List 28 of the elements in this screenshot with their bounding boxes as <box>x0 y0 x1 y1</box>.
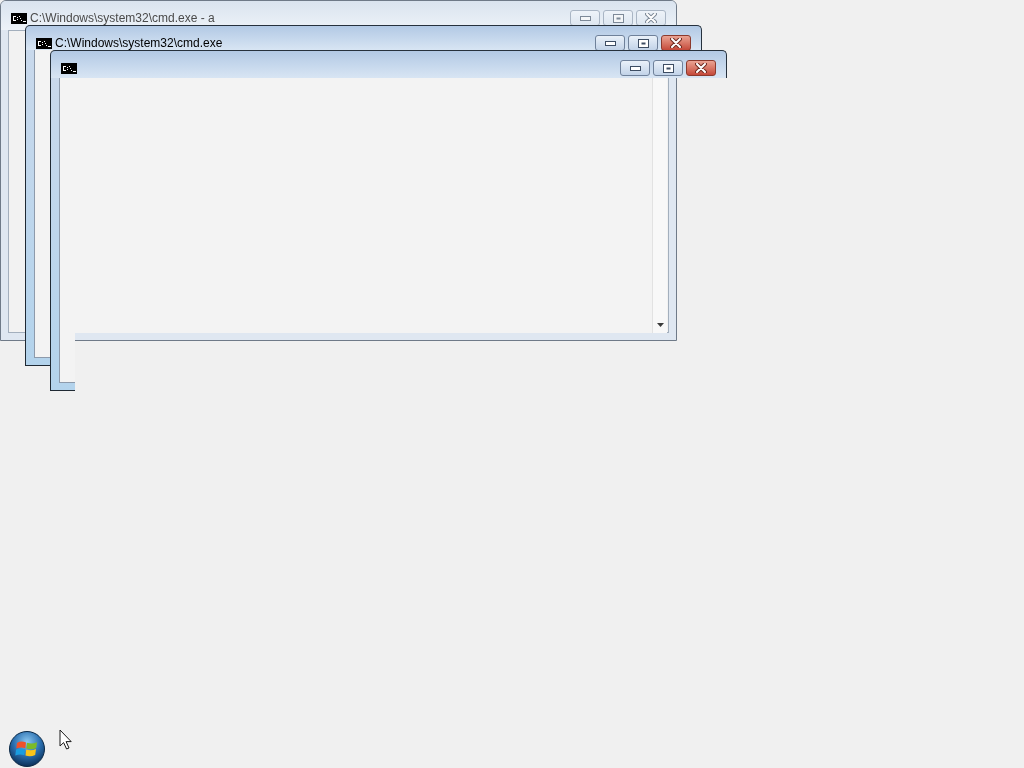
maximize-icon <box>612 13 624 23</box>
mouse-pointer-icon <box>59 729 73 750</box>
scroll-down-arrow-icon[interactable] <box>656 323 664 327</box>
minimize-icon <box>579 15 591 21</box>
minimize-button[interactable] <box>595 35 625 51</box>
console-icon <box>11 13 27 24</box>
console-icon <box>61 63 77 74</box>
start-button[interactable] <box>9 731 45 767</box>
maximize-button[interactable] <box>628 35 658 51</box>
minimize-icon <box>604 40 616 46</box>
minimize-button[interactable] <box>570 10 600 26</box>
close-button[interactable] <box>686 60 716 76</box>
window-title: C:\Windows\system32\cmd.exe - a <box>30 11 215 26</box>
flag-orb-icon <box>9 731 45 767</box>
close-icon <box>670 38 682 48</box>
scrollbar[interactable] <box>652 78 667 333</box>
close-button[interactable] <box>661 35 691 51</box>
close-icon <box>645 13 657 23</box>
window-title: C:\Windows\system32\cmd.exe <box>55 36 223 51</box>
minimize-button[interactable] <box>620 60 650 76</box>
maximize-icon <box>662 63 674 73</box>
close-icon <box>695 63 707 73</box>
console-icon <box>36 38 52 49</box>
maximize-icon <box>637 38 649 48</box>
maximize-button[interactable] <box>653 60 683 76</box>
maximize-button[interactable] <box>603 10 633 26</box>
minimize-icon <box>629 65 641 71</box>
close-button[interactable] <box>636 10 666 26</box>
